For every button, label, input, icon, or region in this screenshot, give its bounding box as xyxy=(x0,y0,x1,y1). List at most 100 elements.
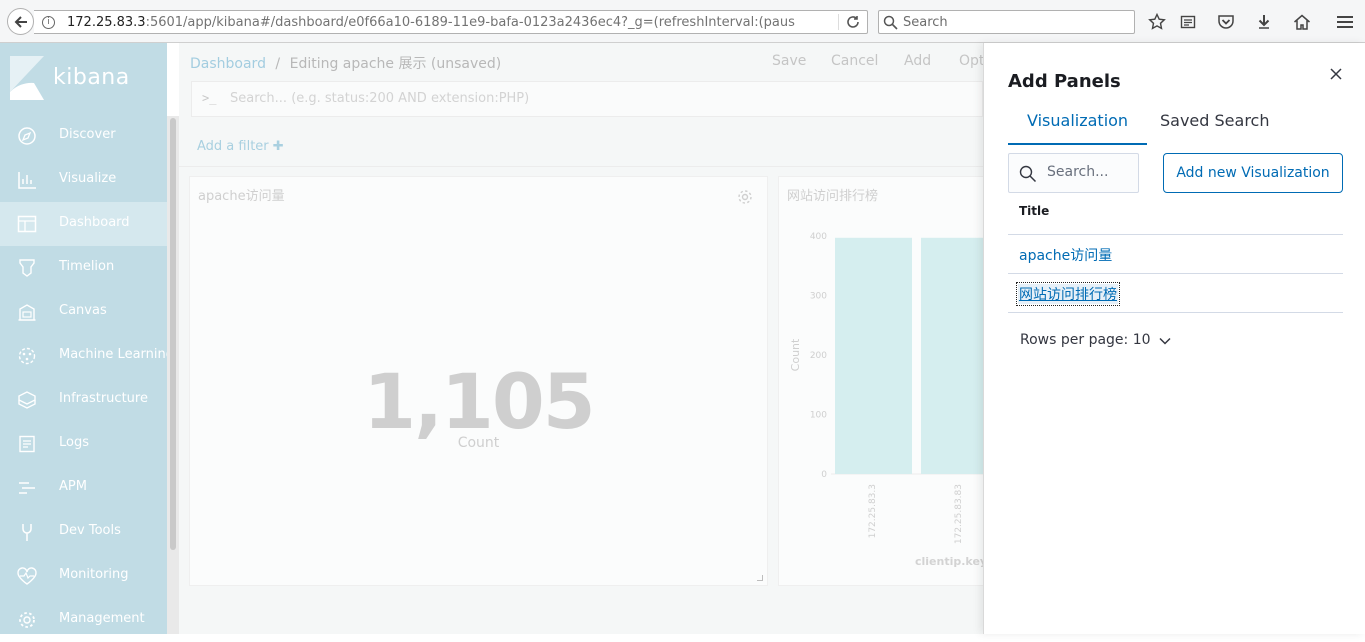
close-icon[interactable] xyxy=(1328,66,1344,82)
saved-object-link[interactable]: apache访问量 xyxy=(1019,245,1112,265)
table-header[interactable]: Title xyxy=(1008,203,1343,235)
add-menu-item[interactable]: Add xyxy=(904,53,931,69)
sidebar-item-discover[interactable]: Discover xyxy=(0,114,167,158)
visualize-icon xyxy=(18,172,36,189)
options-menu-item[interactable]: Opt xyxy=(959,53,984,69)
sidebar-item-label: Management xyxy=(59,611,145,626)
sidebar-item-label: Dev Tools xyxy=(59,523,121,538)
hamburger-menu-icon[interactable] xyxy=(1335,12,1355,32)
sidebar-item-dev-tools[interactable]: Dev Tools xyxy=(0,510,167,554)
sidebar-item-management[interactable]: Management xyxy=(0,598,167,642)
y-tick-label: 100 xyxy=(810,411,827,421)
sidebar-item-machine-learning[interactable]: Machine Learning xyxy=(0,334,174,378)
flyout-title: Add Panels xyxy=(1008,71,1121,92)
chevron-down-icon xyxy=(1158,337,1171,345)
sidebar-item-label: Monitoring xyxy=(59,567,129,582)
machine-learning-icon xyxy=(18,347,36,365)
flyout-search-input[interactable] xyxy=(1047,164,1135,180)
info-icon[interactable]: i xyxy=(42,16,55,29)
table-row[interactable]: apache访问量 xyxy=(1008,235,1343,274)
sidebar-item-label: Discover xyxy=(59,127,116,142)
rows-per-page-selector[interactable]: Rows per page: 10 xyxy=(1020,332,1171,348)
kibana-logo-icon xyxy=(10,56,44,100)
browser-search-input[interactable]: Search xyxy=(878,10,1135,34)
download-icon[interactable] xyxy=(1254,12,1274,32)
dashboard-icon xyxy=(17,215,37,233)
reader-view-icon[interactable] xyxy=(1178,12,1198,32)
compass-icon xyxy=(18,127,36,145)
browser-toolbar: i 172.25.83.3:5601/app/kibana#/dashboard… xyxy=(0,0,1365,43)
bookmark-star-icon[interactable] xyxy=(1147,12,1167,32)
panel-resize-handle[interactable] xyxy=(757,575,763,581)
sidebar-item-monitoring[interactable]: Monitoring xyxy=(0,554,167,598)
y-tick-label: 300 xyxy=(810,292,827,302)
x-tick-label: 172.25.83.83 xyxy=(954,484,964,544)
panel-title: apache访问量 xyxy=(198,189,285,204)
cancel-menu-item[interactable]: Cancel xyxy=(831,53,878,69)
breadcrumb-current: Editing apache 展示 (unsaved) xyxy=(289,56,502,72)
add-filter-button[interactable]: Add a filter ✚ xyxy=(197,139,284,154)
sidebar-item-visualize[interactable]: Visualize xyxy=(0,158,167,202)
breadcrumb-dashboard-link[interactable]: Dashboard xyxy=(190,56,266,72)
infrastructure-icon xyxy=(18,391,36,409)
breadcrumb-separator: / xyxy=(275,56,281,72)
arrow-left-icon xyxy=(14,15,27,28)
x-tick-label: 172.25.83.3 xyxy=(868,484,878,538)
sidebar-item-apm[interactable]: APM xyxy=(0,466,167,510)
sidebar-item-label: Visualize xyxy=(59,171,117,186)
sidebar-item-label: Canvas xyxy=(59,303,107,318)
pocket-icon[interactable] xyxy=(1216,12,1236,32)
filter-divider xyxy=(179,166,983,167)
sidebar-scrollbar[interactable] xyxy=(167,116,179,634)
save-menu-item[interactable]: Save xyxy=(772,53,806,69)
kibana-sidebar: kibana Discover Visualize Dashboard Timelio… xyxy=(0,43,174,634)
scrollbar-thumb[interactable] xyxy=(170,118,176,550)
title-column-header[interactable]: Title xyxy=(1019,204,1049,218)
search-icon xyxy=(883,15,898,30)
bar-chart: 0 100 200 300 400 Count 172.25.83.3 172.25.83.8… xyxy=(789,232,1009,568)
chart-panel: 网站访问排行榜 0 100 200 300 400 Count 172.25.83.3 172… xyxy=(778,176,1009,586)
rows-per-page-label: Rows per page: 10 xyxy=(1020,332,1151,348)
metric-panel: apache访问量 1,105 Count xyxy=(189,176,768,586)
sidebar-item-label: Machine Learning xyxy=(59,347,174,362)
add-panels-flyout: Add Panels Visualization Saved Search Ad… xyxy=(983,43,1365,634)
tab-visualization[interactable]: Visualization xyxy=(1008,105,1148,145)
bar xyxy=(835,237,912,474)
table-row[interactable]: 网站访问排行榜 xyxy=(1008,274,1343,313)
sidebar-item-dashboard[interactable]: Dashboard xyxy=(0,202,167,246)
kibana-logo-text: kibana xyxy=(53,65,130,90)
address-bar[interactable]: i 172.25.83.3:5601/app/kibana#/dashboard… xyxy=(34,10,868,34)
sidebar-item-infrastructure[interactable]: Infrastructure xyxy=(0,378,167,422)
sidebar-item-label: Logs xyxy=(59,435,89,450)
panel-options-gear-icon[interactable] xyxy=(737,189,753,205)
saved-object-link[interactable]: 网站访问排行榜 xyxy=(1016,282,1120,306)
apm-icon xyxy=(19,482,35,494)
home-icon[interactable] xyxy=(1292,12,1312,32)
url-text[interactable]: 172.25.83.3:5601/app/kibana#/dashboard/e… xyxy=(67,15,817,30)
flyout-search-field[interactable] xyxy=(1008,153,1139,193)
search-icon xyxy=(1019,165,1037,183)
y-tick-label: 400 xyxy=(810,232,827,242)
reload-icon[interactable] xyxy=(845,14,861,30)
sidebar-item-label: Timelion xyxy=(59,259,115,274)
metric-value: 1,105 xyxy=(363,357,595,446)
monitoring-icon xyxy=(17,567,37,585)
y-tick-label: 200 xyxy=(810,351,827,361)
back-button[interactable] xyxy=(7,8,34,35)
sidebar-nav: Discover Visualize Dashboard Timelion Canvas… xyxy=(0,114,174,642)
breadcrumb: Dashboard / Editing apache 展示 (unsaved) xyxy=(190,53,501,73)
query-input[interactable]: >_ Search... (e.g. status:200 AND extens… xyxy=(191,81,983,117)
canvas-icon xyxy=(18,304,36,321)
address-divider xyxy=(838,14,839,30)
kibana-logo[interactable]: kibana xyxy=(0,43,167,114)
sidebar-item-canvas[interactable]: Canvas xyxy=(0,290,167,334)
x-axis-label: clientip.key xyxy=(915,555,987,568)
browser-search-placeholder: Search xyxy=(903,15,948,30)
dashboard-area: Dashboard / Editing apache 展示 (unsaved) … xyxy=(179,43,1009,634)
sidebar-item-timelion[interactable]: Timelion xyxy=(0,246,167,290)
sidebar-item-label: Infrastructure xyxy=(59,391,148,406)
y-axis-label: Count xyxy=(789,338,802,371)
tab-saved-search[interactable]: Saved Search xyxy=(1141,105,1288,145)
sidebar-item-logs[interactable]: Logs xyxy=(0,422,167,466)
add-new-visualization-button[interactable]: Add new Visualization xyxy=(1163,153,1343,193)
